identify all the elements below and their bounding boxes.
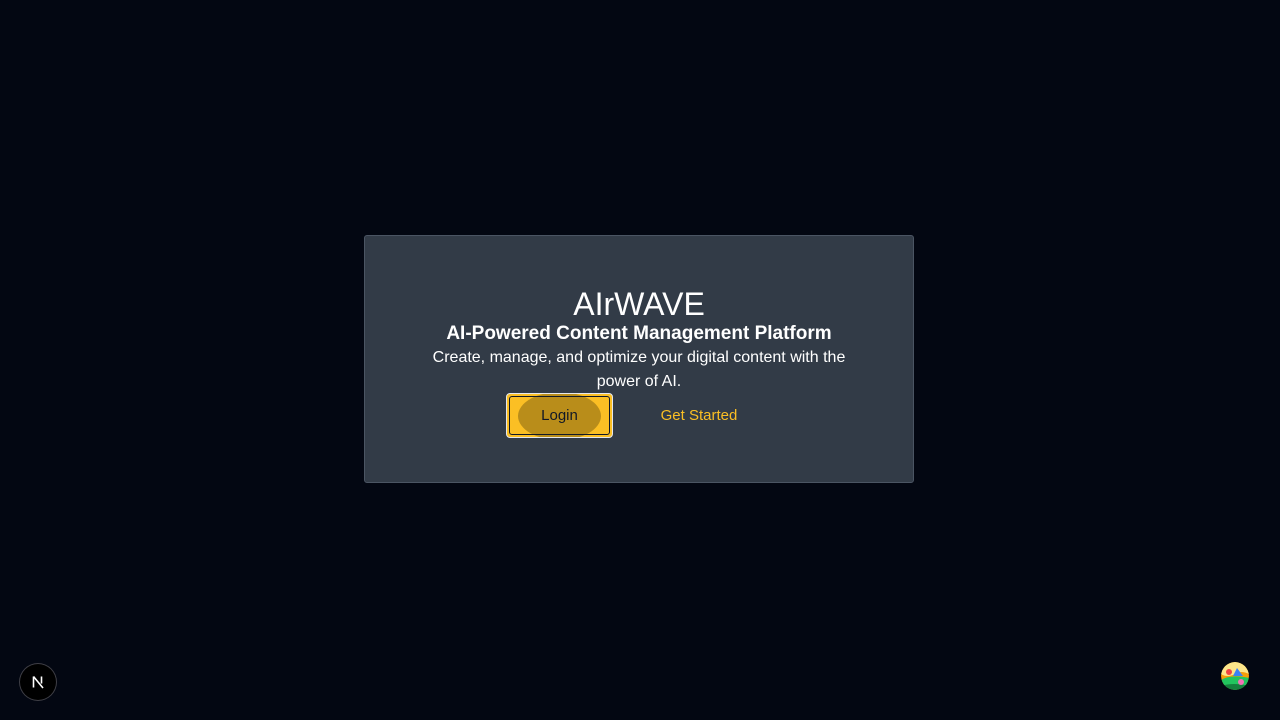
hero-actions: Login Get Started: [365, 393, 913, 438]
avatar-icon: [1221, 662, 1249, 690]
login-button[interactable]: Login: [506, 393, 613, 438]
hero-subtitle: AI-Powered Content Management Platform: [446, 323, 832, 344]
login-button-label: Login: [541, 407, 578, 424]
landing-page: AIrWAVE AI-Powered Content Management Pl…: [0, 0, 1280, 720]
brand-title: AIrWAVE: [573, 286, 705, 322]
nextjs-dev-tools-button[interactable]: [20, 664, 56, 700]
nextjs-logo-icon: [32, 675, 44, 689]
hero-description: Create, manage, and optimize your digita…: [432, 349, 846, 390]
get-started-link[interactable]: Get Started: [644, 393, 754, 438]
avatar-button[interactable]: [1221, 662, 1249, 690]
hero-card: AIrWAVE AI-Powered Content Management Pl…: [364, 235, 914, 483]
